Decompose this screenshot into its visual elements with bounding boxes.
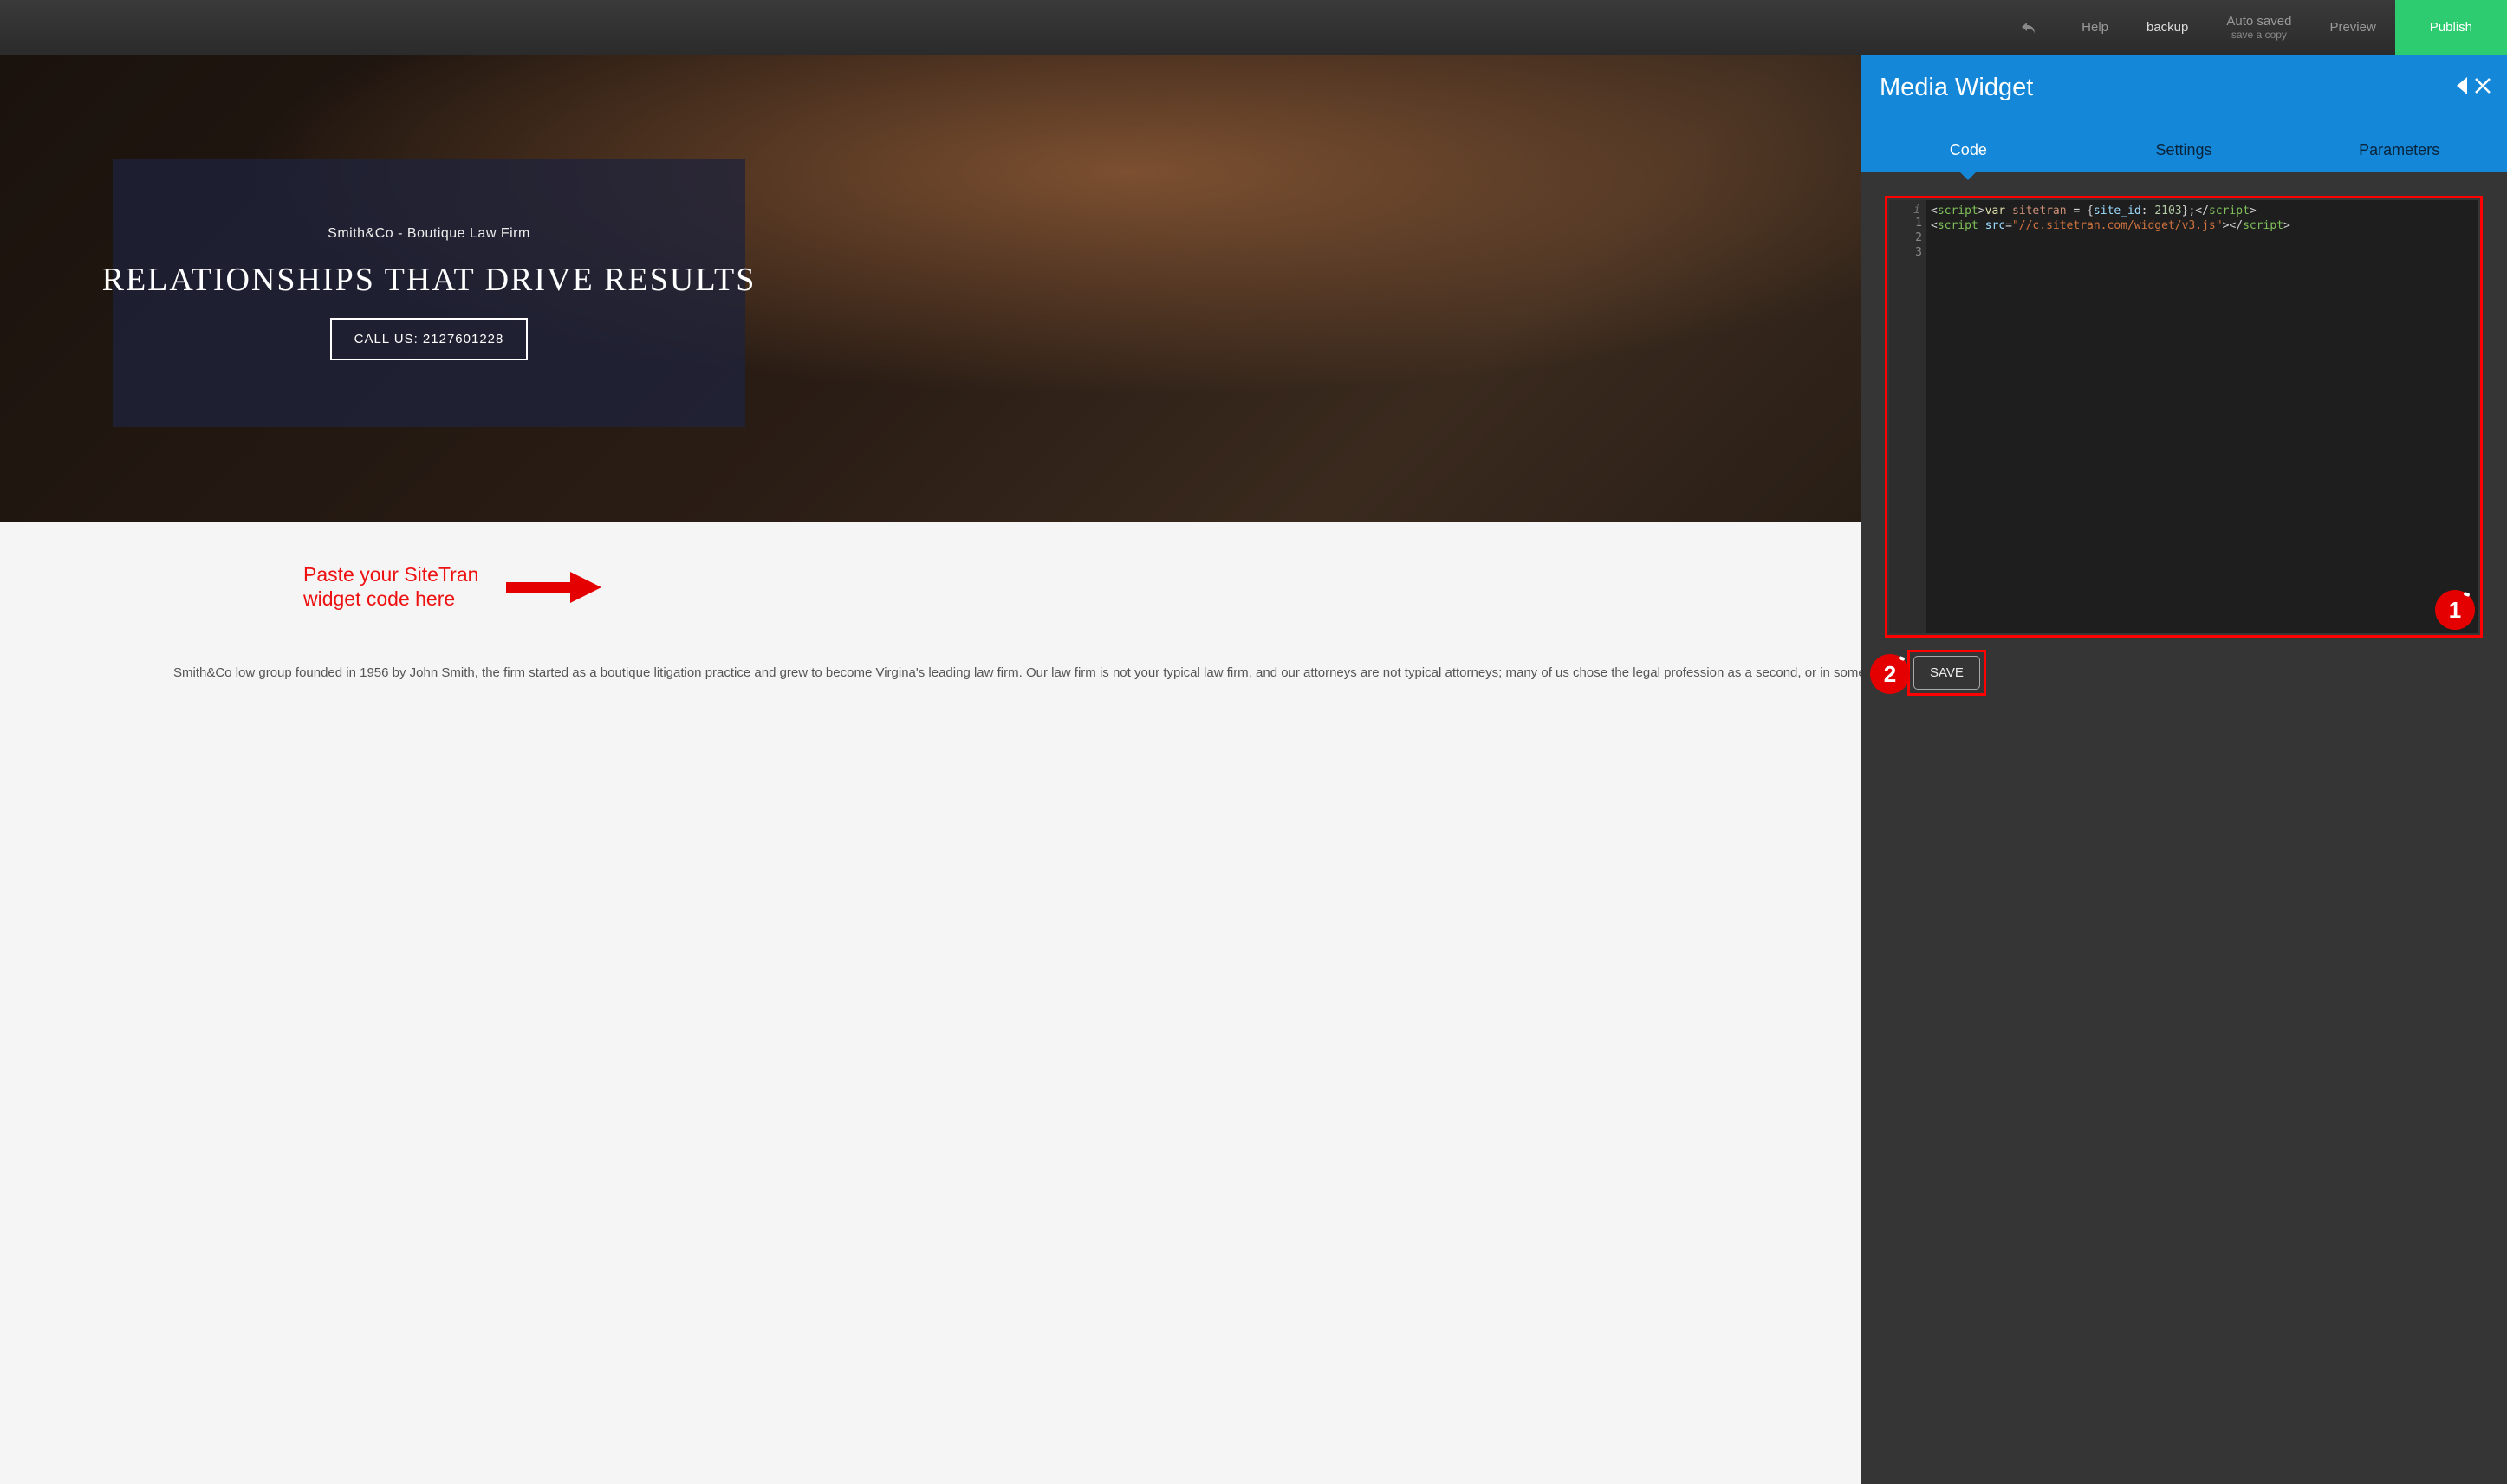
autosave-label: Auto saved xyxy=(2226,14,2291,29)
panel-title: Media Widget xyxy=(1880,74,2033,102)
step-badge-2: 2 xyxy=(1870,654,1910,694)
hero-card: Smith&Co - Boutique Law Firm RELATIONSHI… xyxy=(113,159,745,427)
hero-tagline: Smith&Co - Boutique Law Firm xyxy=(328,226,530,242)
step-badge-1: 1 xyxy=(2435,590,2475,630)
panel-tabs: Code Settings Parameters xyxy=(1861,129,2507,172)
panel-body: i 1 2 3 <script>var sitetran = {site_id:… xyxy=(1861,172,2507,1484)
chevron-left-icon xyxy=(2457,77,2467,94)
close-icon xyxy=(2474,77,2491,94)
arrow-right-icon xyxy=(506,570,601,605)
panel-header: Media Widget Code Settings Parameters xyxy=(1861,55,2507,172)
code-editor[interactable]: i 1 2 3 <script>var sitetran = {site_id:… xyxy=(1889,200,2478,633)
preview-link[interactable]: Preview xyxy=(2310,0,2394,55)
code-content[interactable]: <script>var sitetran = {site_id: 2103};<… xyxy=(1926,200,2478,633)
media-widget-panel: Media Widget Code Settings Parameters i … xyxy=(1861,55,2507,1484)
autosave-sub: save a copy xyxy=(2226,29,2291,41)
backup-link[interactable]: backup xyxy=(2127,0,2207,55)
top-toolbar: Help backup Auto saved save a copy Previ… xyxy=(0,0,2507,55)
annotation-paste-code: Paste your SiteTran widget code here xyxy=(303,563,601,611)
save-button[interactable]: SAVE xyxy=(1913,656,1980,690)
annotation-line1: Paste your SiteTran xyxy=(303,563,478,586)
tab-settings[interactable]: Settings xyxy=(2076,129,2292,172)
panel-close-button[interactable] xyxy=(2457,77,2491,94)
hero-cta-button[interactable]: CALL US: 2127601228 xyxy=(330,318,529,360)
code-gutter: i 1 2 3 xyxy=(1889,200,1926,633)
save-frame: 2 SAVE xyxy=(1907,650,1986,696)
tab-parameters[interactable]: Parameters xyxy=(2291,129,2507,172)
hero-headline: RELATIONSHIPS THAT DRIVE RESULTS xyxy=(102,261,757,299)
undo-icon xyxy=(2019,19,2036,36)
code-editor-frame: i 1 2 3 <script>var sitetran = {site_id:… xyxy=(1885,196,2483,638)
autosave-status[interactable]: Auto saved save a copy xyxy=(2207,0,2310,55)
publish-button[interactable]: Publish xyxy=(2395,0,2507,55)
undo-button[interactable] xyxy=(1993,0,2062,55)
annotation-line2: widget code here xyxy=(303,587,455,610)
tab-code[interactable]: Code xyxy=(1861,129,2076,172)
help-link[interactable]: Help xyxy=(2062,0,2127,55)
